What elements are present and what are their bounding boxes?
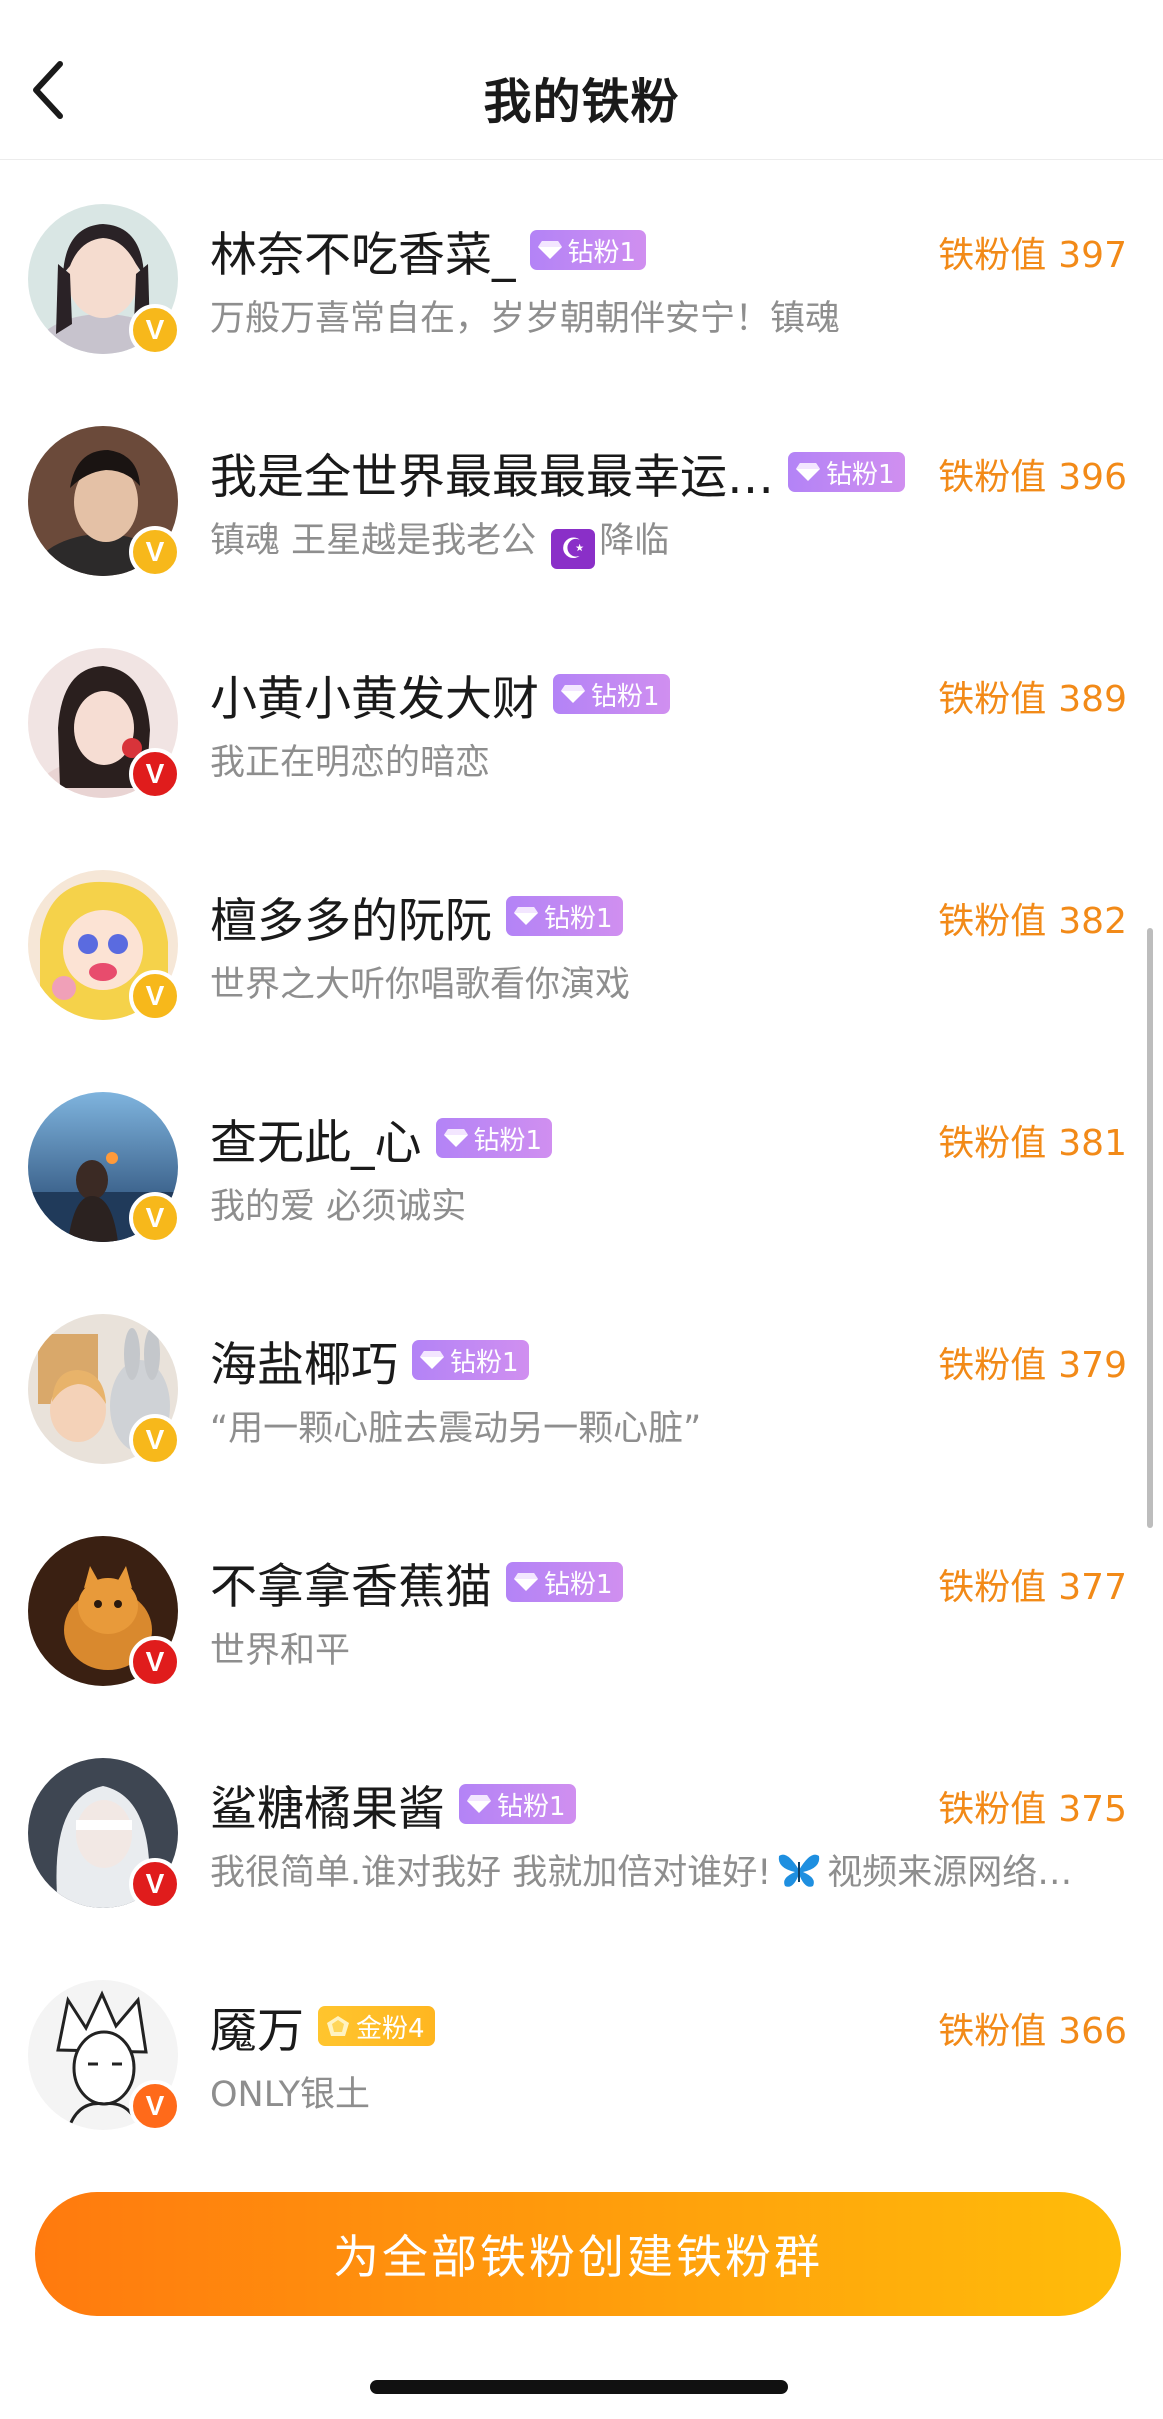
diamond-icon <box>420 1350 444 1370</box>
diamond-icon <box>443 1128 468 1148</box>
gold-gem-icon <box>326 2015 350 2037</box>
avatar[interactable]: V <box>28 1314 181 1466</box>
fan-list[interactable]: V 林奈不吃香菜_ 钻粉1 铁粉值397 万般万喜常自在，岁岁朝朝伴安宁！镇魂 <box>0 160 1163 2160</box>
fan-name[interactable]: 海盐椰巧 <box>210 1326 398 1395</box>
fan-score: 铁粉值 375 <box>938 1789 1127 1830</box>
fan-level-badge: 金粉4 <box>318 2006 435 2046</box>
fan-bio: “用一颗心脏去震动另一颗心脏” <box>210 1409 702 1449</box>
verified-badge-icon: V <box>129 304 181 356</box>
fan-score: 铁粉值 366 <box>938 2011 1127 2052</box>
fan-row[interactable]: V 鲨糖橘果酱 钻粉1 铁粉值 375 我很简单.谁对我好 我就加倍对谁好! 视频来… <box>0 1714 1163 1936</box>
fan-level-badge: 钻粉1 <box>506 896 623 936</box>
iron-fans-page: 我的铁粉 V 林奈不吃香菜_ 钻粉1 铁粉值 397 万般万喜常自在，岁岁朝朝伴… <box>0 0 1163 2419</box>
fan-score: 铁粉值 379 <box>938 1345 1127 1386</box>
avatar[interactable]: V <box>28 648 181 800</box>
avatar[interactable]: V <box>28 1758 181 1910</box>
fan-row[interactable]: V 檀多多的阮阮 钻粉1 铁粉值 382 世界之大听你唱歌看你演戏 <box>0 826 1163 1048</box>
bottom-action-bar: 为全部铁粉创建铁粉群 <box>0 2160 1163 2419</box>
avatar[interactable]: V <box>28 204 181 356</box>
verified-badge-icon: V <box>129 526 181 578</box>
fan-bio: 我正在明恋的暗恋 <box>210 743 491 783</box>
fan-level-badge: 钻粉1 <box>506 1562 623 1602</box>
verified-badge-icon: V <box>129 970 181 1022</box>
verified-badge-icon: V <box>129 748 181 800</box>
avatar[interactable]: V <box>28 1092 181 1244</box>
fan-level-badge: 钻粉1 <box>459 1784 576 1824</box>
diamond-icon <box>514 1572 538 1592</box>
fan-bio: 我的爱 必须诚实 <box>210 1187 467 1227</box>
diamond-icon <box>561 684 585 704</box>
fan-score: 铁粉值 397 <box>938 235 1127 276</box>
fan-row[interactable]: V 小黄小黄发大财 钻粉1 铁粉值 389 我正在明恋的暗恋 <box>0 604 1163 826</box>
fan-row[interactable]: V 我是全世界最最最最幸运… 钻粉1 铁粉值 396 镇魂 王星越是我老公 ☪ 降临 <box>0 382 1163 604</box>
fan-bio: 万般万喜常自在，岁岁朝朝伴安宁！镇魂 <box>210 299 841 339</box>
fan-score: 铁粉值 396 <box>938 457 1127 498</box>
fan-bio: 世界和平 <box>210 1631 351 1671</box>
fan-name[interactable]: 檀多多的阮阮 <box>210 882 492 951</box>
fan-bio: ONLY银土 <box>210 2075 370 2115</box>
fan-level-badge: 钻粉1 <box>553 674 670 714</box>
fan-row[interactable]: V 海盐椰巧 钻粉1 铁粉值 379 “用一颗心脏去震动另一颗心脏” <box>0 1270 1163 1492</box>
diamond-icon <box>537 240 562 260</box>
verified-badge-icon: V <box>129 1192 181 1244</box>
butterfly-icon <box>777 1850 821 1899</box>
list-scrollbar[interactable] <box>1147 928 1153 1528</box>
verified-badge-icon: V <box>129 2080 181 2132</box>
avatar[interactable]: V <box>28 870 181 1022</box>
fan-level-badge: 钻粉1 <box>788 452 905 492</box>
page-title: 我的铁粉 <box>483 74 680 130</box>
verified-badge-icon: V <box>129 1636 181 1688</box>
star-crescent-emoji-icon: ☪ <box>551 529 596 569</box>
fan-bio: 镇魂 王星越是我老公 ☪ 降临 <box>210 512 1110 569</box>
fan-level-badge: 钻粉1 <box>435 1118 553 1158</box>
avatar[interactable]: V <box>28 426 181 578</box>
fan-bio: 世界之大听你唱歌看你演戏 <box>210 965 631 1005</box>
fan-name[interactable]: 查无此_心 <box>210 1104 422 1173</box>
fan-name[interactable]: 林奈不吃香菜_ <box>210 216 516 285</box>
verified-badge-icon: V <box>129 1414 181 1466</box>
nav-header: 我的铁粉 <box>0 0 1163 160</box>
fan-name[interactable]: 小黄小黄发大财 <box>210 660 539 729</box>
fan-name[interactable]: 不拿拿香蕉猫 <box>210 1548 492 1617</box>
fan-bio: 我很简单.谁对我好 我就加倍对谁好! 视频来源网络… <box>210 1844 1110 1899</box>
verified-badge-icon: V <box>129 1858 181 1910</box>
fan-row[interactable]: V 不拿拿香蕉猫 钻粉1 铁粉值 377 世界和平 <box>0 1492 1163 1714</box>
fan-name[interactable]: 鲨糖橘果酱 <box>210 1770 445 1839</box>
fan-name[interactable]: 魇万 <box>210 1992 304 2061</box>
fan-row[interactable]: V 查无此_心 钻粉1 铁粉值 381 我的爱 必须诚实 <box>0 1048 1163 1270</box>
fan-score: 铁粉值 382 <box>938 901 1127 942</box>
fan-level-badge: 钻粉1 <box>412 1340 529 1380</box>
avatar[interactable]: V <box>28 1980 181 2132</box>
fan-row[interactable]: V 魇万 金粉4 铁粉值 366 ONLY银土 <box>0 1936 1163 2158</box>
diamond-icon <box>514 906 538 926</box>
fan-score: 铁粉值 389 <box>938 679 1127 720</box>
diamond-icon <box>796 462 820 482</box>
fan-score: 铁粉值 377 <box>938 1567 1127 1608</box>
home-indicator[interactable] <box>370 2380 788 2394</box>
fan-score: 铁粉值 381 <box>938 1123 1127 1164</box>
create-fan-group-button[interactable]: 为全部铁粉创建铁粉群 <box>35 2192 1121 2316</box>
fan-name[interactable]: 我是全世界最最最最幸运… <box>210 438 774 507</box>
fan-row[interactable]: V 林奈不吃香菜_ 钻粉1 铁粉值 397 万般万喜常自在，岁岁朝朝伴安宁！镇魂 <box>0 160 1163 382</box>
diamond-icon <box>467 1794 491 1814</box>
fan-level-badge: 钻粉1 <box>529 230 647 270</box>
avatar[interactable]: V <box>28 1536 181 1688</box>
